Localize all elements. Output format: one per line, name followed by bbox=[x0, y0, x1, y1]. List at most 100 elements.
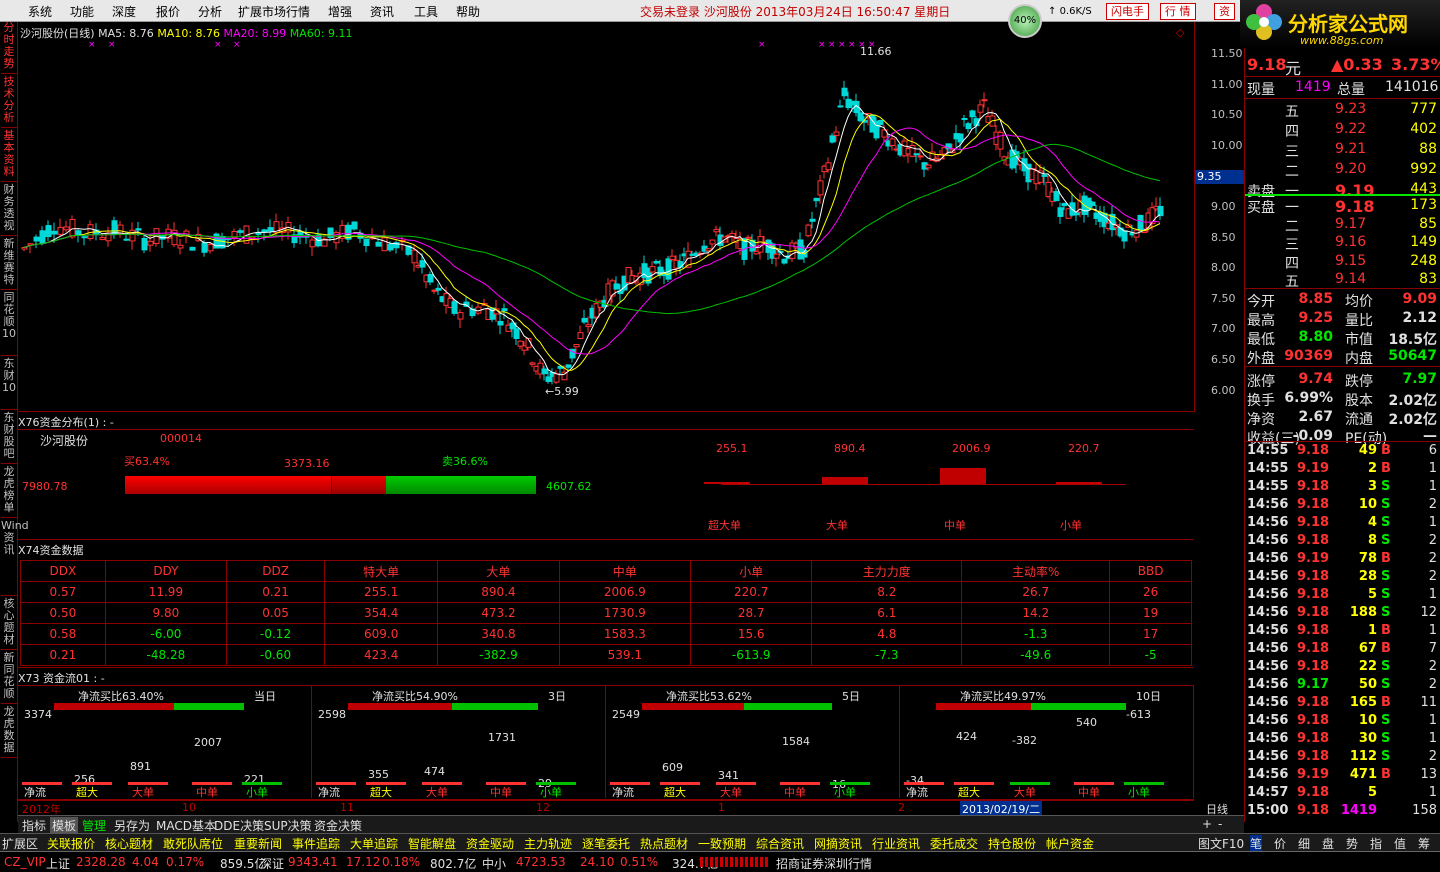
flow-sub-panel: 净流买比53.62%5日2549609341158416净流超大大单中单小单 bbox=[606, 686, 900, 799]
buy-level[interactable]: 买盘一 9.18 173 bbox=[1245, 196, 1440, 216]
sell-level[interactable]: 四 9.22 402 bbox=[1245, 120, 1440, 140]
extension-tab[interactable]: 热点题材 bbox=[640, 835, 688, 851]
indicator-tab[interactable]: 模板 bbox=[50, 817, 79, 833]
indicator-tab[interactable]: 指标 bbox=[20, 817, 48, 833]
buy-bar-2 bbox=[331, 476, 386, 494]
extension-tab[interactable]: 逐笔委托 bbox=[582, 835, 630, 851]
signal-mark: × bbox=[838, 40, 846, 50]
tick-row: 14:56 9.18 112 S 2 bbox=[1247, 749, 1437, 764]
price-tick: 8.00 bbox=[1211, 261, 1236, 275]
right-tab[interactable]: 价 bbox=[1274, 835, 1286, 851]
left-sidebar: 分时走势技术分析基本资料财务透视新维赛特同花顺10 东财10 东财股吧龙虎榜单 Win… bbox=[0, 22, 29, 822]
menu-item[interactable]: 深度 bbox=[112, 3, 136, 20]
right-tab[interactable]: 势 bbox=[1346, 835, 1358, 851]
extension-tab[interactable]: 大单追踪 bbox=[350, 835, 398, 851]
extension-tab[interactable]: 资金驱动 bbox=[466, 835, 514, 851]
menu-item[interactable]: 扩展市场行情 bbox=[238, 3, 310, 20]
extension-tab[interactable]: 事件追踪 bbox=[292, 835, 340, 851]
sell-level[interactable]: 二 9.20 992 bbox=[1245, 160, 1440, 180]
sell-level[interactable]: 五 9.23 777 bbox=[1245, 100, 1440, 120]
flow-value: 1731 bbox=[488, 731, 516, 745]
sidebar-tab[interactable]: 财务透视 bbox=[1, 184, 17, 236]
right-tab[interactable]: 筹 bbox=[1418, 835, 1430, 851]
indicator-tab[interactable]: 管理 bbox=[80, 817, 108, 833]
extension-tab[interactable]: 主力轨迹 bbox=[524, 835, 572, 851]
sidebar-tab[interactable]: 分时走势 bbox=[1, 22, 17, 74]
price-tick: 8.50 bbox=[1211, 230, 1236, 244]
info-button[interactable]: 资 bbox=[1214, 3, 1235, 20]
right-tab[interactable]: 细 bbox=[1298, 835, 1310, 851]
sidebar-tab[interactable]: 东财股吧 bbox=[1, 412, 17, 464]
candle-body bbox=[1137, 214, 1144, 231]
tick-row: 14:55 9.19 2 B 1 bbox=[1247, 461, 1437, 476]
right-tab[interactable]: 指 bbox=[1370, 835, 1382, 851]
indicator-tab[interactable]: 另存为 bbox=[112, 817, 152, 833]
extension-tab[interactable]: 核心题材 bbox=[105, 835, 153, 851]
extension-tab[interactable]: 智能解盘 bbox=[408, 835, 456, 851]
buy-level[interactable]: 五 9.14 83 bbox=[1245, 270, 1440, 290]
sidebar-tab[interactable]: 龙虎数据 bbox=[1, 706, 17, 758]
stat-row: 换手 6.99% 股本 2.02亿 bbox=[1247, 390, 1437, 409]
extension-tab[interactable]: 委托成交 bbox=[930, 835, 978, 851]
sidebar-tab[interactable]: 东财10 bbox=[1, 358, 17, 410]
extension-tab[interactable]: 重要新闻 bbox=[234, 835, 282, 851]
extension-tab[interactable]: 持仓股份 bbox=[988, 835, 1036, 851]
buy-level[interactable]: 二 9.17 85 bbox=[1245, 215, 1440, 235]
candle-body bbox=[961, 117, 968, 121]
activity-meter bbox=[700, 857, 770, 867]
minus-icon[interactable]: - bbox=[1216, 817, 1224, 833]
candle-body bbox=[997, 131, 1004, 150]
candle-body bbox=[969, 110, 976, 118]
extension-tab[interactable]: 行业资讯 bbox=[872, 835, 920, 851]
flash-trade-button[interactable]: 闪电手 bbox=[1106, 3, 1149, 20]
sidebar-tab[interactable]: Wind资讯 bbox=[1, 520, 29, 596]
right-tab[interactable]: 盘 bbox=[1322, 835, 1334, 851]
menu-item[interactable]: 报价 bbox=[156, 3, 180, 20]
buy-level[interactable]: 三 9.16 149 bbox=[1245, 233, 1440, 253]
tick-row: 14:56 9.18 10 S 2 bbox=[1247, 497, 1437, 512]
collapse-icon[interactable]: ◇ bbox=[1176, 26, 1184, 39]
kline-panel[interactable]: 沙河股份(日线) MA5: 8.76 MA10: 8.76 MA20: 8.99… bbox=[18, 22, 1194, 412]
sell-level[interactable]: 三 9.21 88 bbox=[1245, 140, 1440, 160]
indicator-tab[interactable]: MACD基本 bbox=[154, 817, 218, 833]
candle-body bbox=[1073, 212, 1080, 216]
candle-body bbox=[573, 343, 580, 348]
candle-body bbox=[123, 238, 130, 241]
extension-tab[interactable]: 扩展区 bbox=[2, 835, 38, 851]
ma-line bbox=[23, 104, 1161, 376]
tick-row: 14:56 9.18 28 S 2 bbox=[1247, 569, 1437, 584]
menu-item[interactable]: 增强 bbox=[328, 3, 352, 20]
indicator-tab[interactable]: SUP决策 bbox=[262, 817, 314, 833]
right-tab[interactable]: 图文F10 bbox=[1198, 835, 1244, 851]
buy-bar bbox=[125, 476, 331, 494]
right-tab[interactable]: 笔 bbox=[1250, 835, 1263, 851]
extension-tab[interactable]: 关联报价 bbox=[47, 835, 95, 851]
menu-item[interactable]: 分析 bbox=[198, 3, 222, 20]
date-tick: 10 bbox=[182, 801, 196, 814]
sidebar-tab[interactable]: 核心题材 bbox=[1, 598, 17, 650]
extension-tab[interactable]: 综合资讯 bbox=[756, 835, 804, 851]
menu-item[interactable]: 帮助 bbox=[456, 3, 480, 20]
add-icon[interactable]: + bbox=[1200, 817, 1214, 833]
sidebar-tab[interactable]: 新同花顺 bbox=[1, 652, 17, 704]
right-tab[interactable]: 值 bbox=[1394, 835, 1406, 851]
quote-button[interactable]: 行 情 bbox=[1160, 3, 1196, 20]
menu-item[interactable]: 资讯 bbox=[370, 3, 394, 20]
candle-body bbox=[773, 253, 780, 259]
extension-tab[interactable]: 一致预期 bbox=[698, 835, 746, 851]
candle-body bbox=[363, 238, 370, 246]
sidebar-tab[interactable]: 龙虎榜单 bbox=[1, 466, 17, 518]
sidebar-tab[interactable]: 新维赛特 bbox=[1, 238, 17, 290]
sidebar-tab[interactable]: 技术分析 bbox=[1, 76, 17, 128]
menu-item[interactable]: 功能 bbox=[70, 3, 94, 20]
sidebar-tab[interactable]: 基本资料 bbox=[1, 130, 17, 182]
menu-item[interactable]: 工具 bbox=[414, 3, 438, 20]
indicator-tab[interactable]: 资金决策 bbox=[312, 817, 364, 833]
extension-tab[interactable]: 敢死队席位 bbox=[163, 835, 223, 851]
extension-tab[interactable]: 帐户资金 bbox=[1046, 835, 1094, 851]
indicator-tab[interactable]: DDE决策 bbox=[212, 817, 266, 833]
sidebar-tab[interactable]: 同花顺10 bbox=[1, 292, 17, 356]
menu-item[interactable]: 系统 bbox=[28, 3, 52, 20]
buy-level[interactable]: 四 9.15 248 bbox=[1245, 252, 1440, 272]
extension-tab[interactable]: 网摘资讯 bbox=[814, 835, 862, 851]
